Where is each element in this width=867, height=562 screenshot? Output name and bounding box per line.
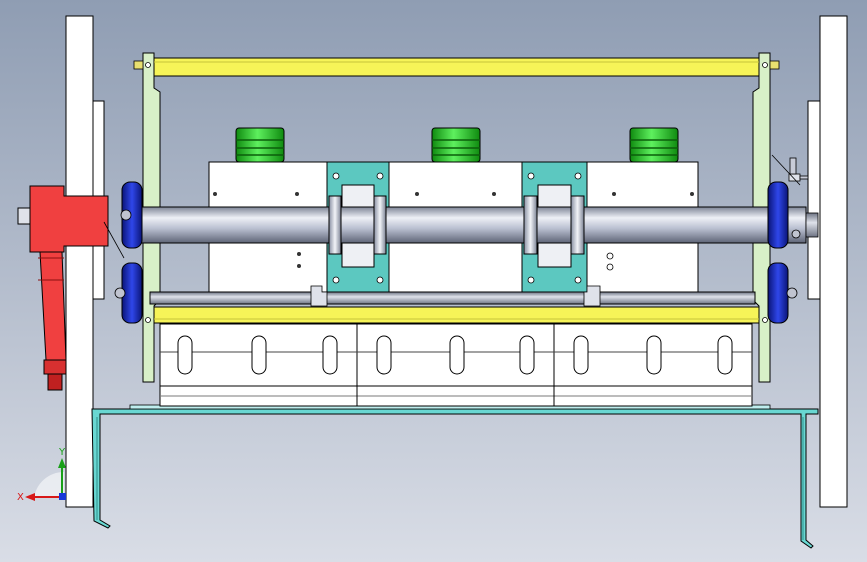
right-frame-plate <box>819 15 848 508</box>
z-axis-marker <box>59 493 66 500</box>
left-bolt-head <box>133 60 144 70</box>
cad-viewport[interactable]: X Y <box>0 0 867 562</box>
left-frame-plate <box>65 15 94 508</box>
y-axis-label: Y <box>58 447 66 458</box>
blade-slots <box>177 335 733 375</box>
bottom-cross-beam[interactable] <box>153 306 760 324</box>
gearbox-input-shaft <box>17 207 31 225</box>
bearing-left-upper[interactable] <box>120 181 143 249</box>
top-cross-beam[interactable] <box>153 57 760 77</box>
main-shaft[interactable] <box>137 206 819 244</box>
cad-assembly-front-view: X Y <box>0 0 867 562</box>
cutter-blade-assembly[interactable] <box>159 323 753 407</box>
right-frame-stiffener <box>807 100 821 300</box>
gearbox-housing <box>29 185 109 253</box>
motor-right[interactable] <box>629 127 679 163</box>
motor-left[interactable] <box>235 127 285 163</box>
x-axis-label: X <box>17 492 24 503</box>
motor-center[interactable] <box>431 127 481 163</box>
right-bolt-head <box>769 60 780 70</box>
